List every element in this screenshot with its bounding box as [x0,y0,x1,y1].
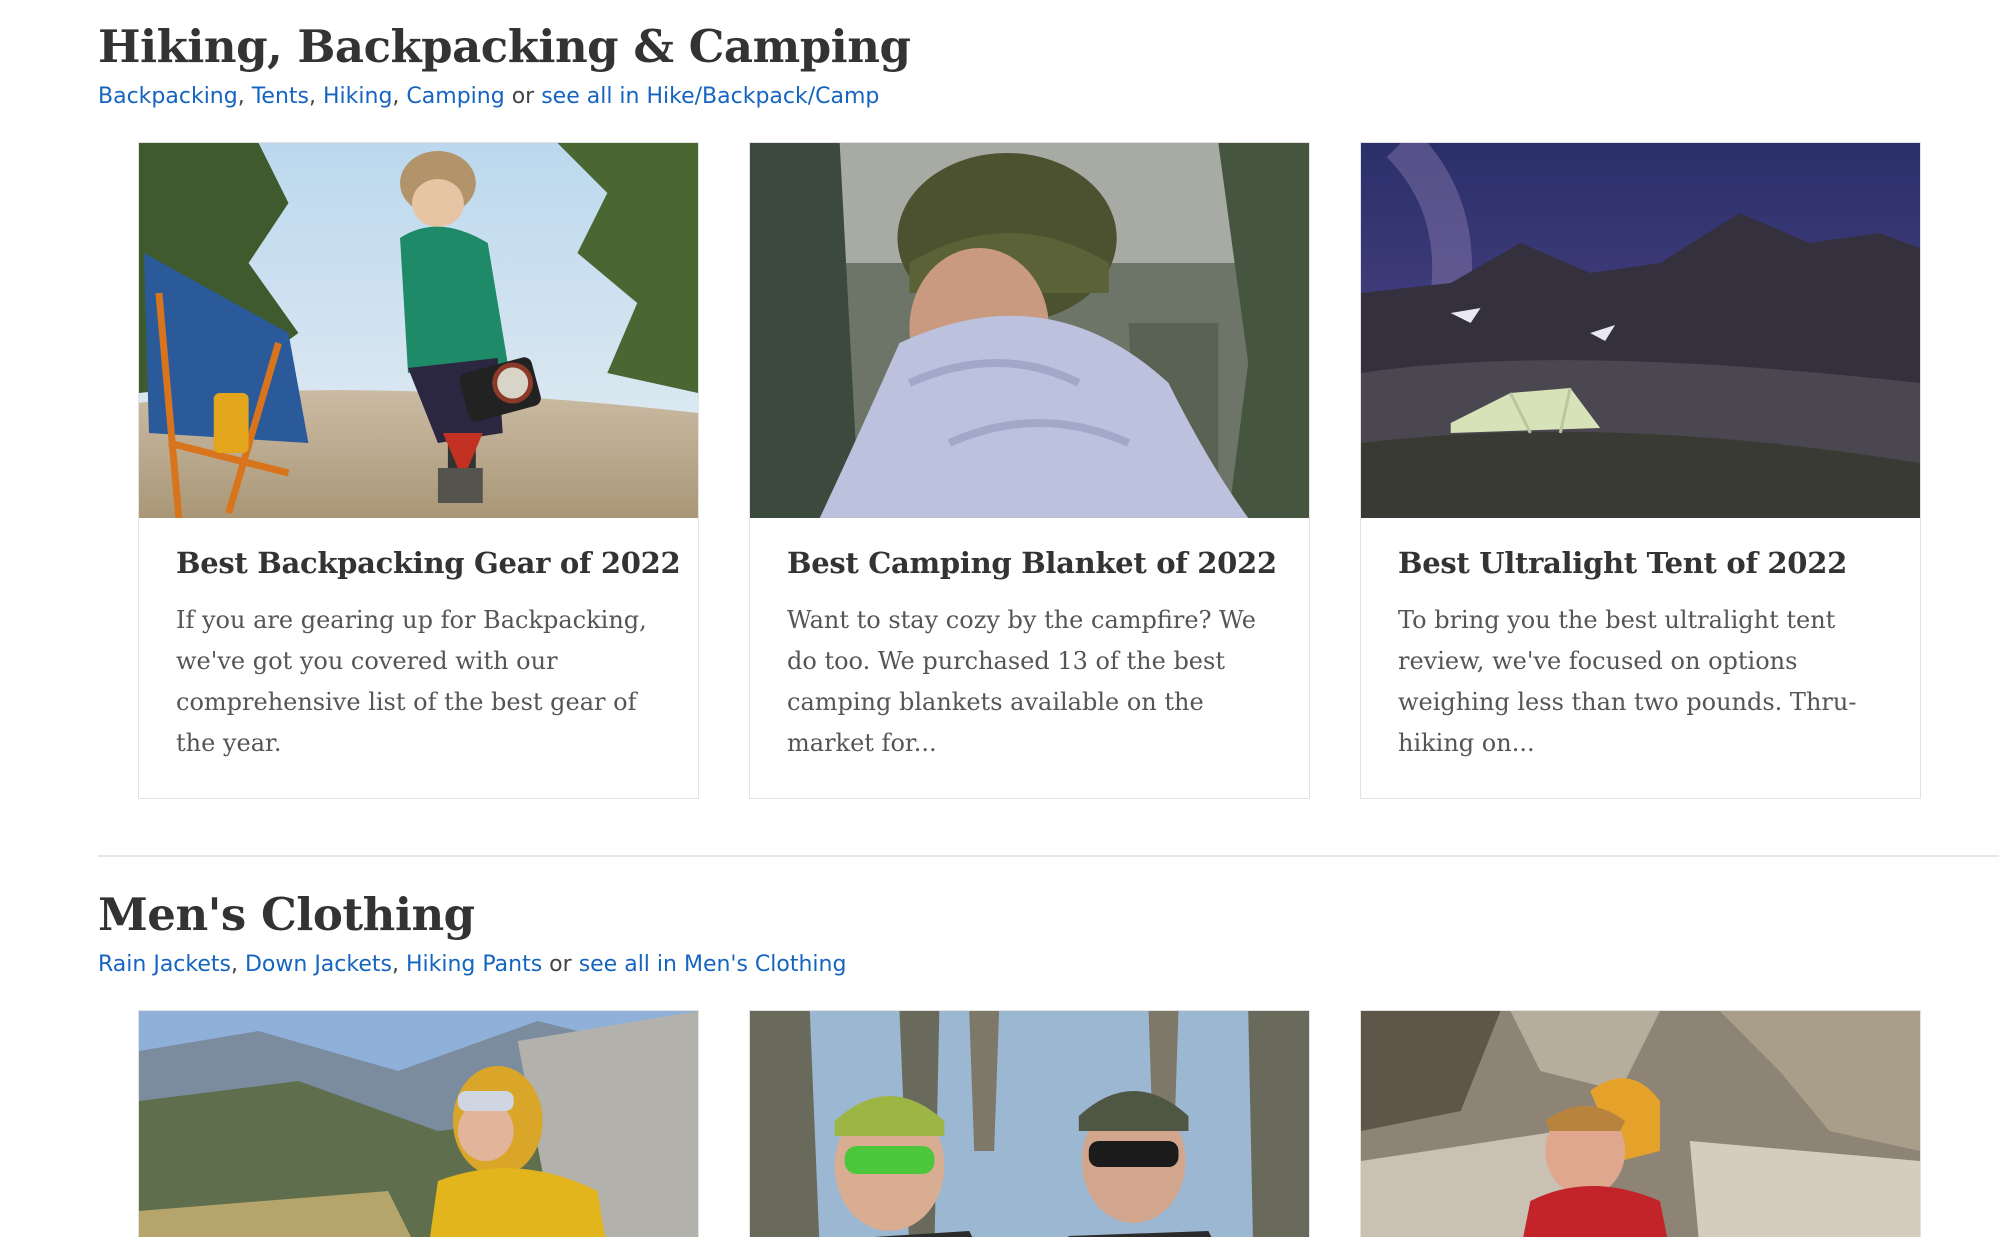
link-separator: , [230,952,238,977]
link-separator: , [309,84,316,109]
article-card-ultralight-tent[interactable]: Best Ultralight Tent of 2022 To bring yo… [1360,142,1921,799]
link-separator: , [392,84,400,109]
see-all-link[interactable]: see all in Men's Clothing [579,952,847,977]
mens-clothing-section: Men's Clothing Rain Jackets, Down Jacket… [98,855,1999,1237]
category-links: Rain Jackets, Down Jackets, Hiking Pants… [98,952,846,977]
link-camping[interactable]: Camping [406,84,504,109]
article-card-backpacking-gear[interactable]: Best Backpacking Gear of 2022 If you are… [138,142,699,799]
card-excerpt: Want to stay cozy by the campfire? We do… [787,606,1256,757]
or-text: or [511,84,535,109]
see-all-link[interactable]: see all in Hike/Backpack/Camp [541,84,879,109]
article-card[interactable] [1360,1010,1921,1237]
link-separator: , [391,952,399,977]
tent-under-night-sky-photo[interactable] [1361,143,1920,518]
link-tents[interactable]: Tents [252,84,309,109]
man-yellow-down-jacket-photo[interactable] [139,1011,698,1237]
article-card-camping-blanket[interactable]: Best Camping Blanket of 2022 Want to sta… [749,142,1310,799]
or-text: or [549,952,572,977]
man-red-jacket-climbing-photo[interactable] [1361,1011,1920,1237]
link-separator: , [237,84,245,109]
link-hiking-pants[interactable]: Hiking Pants [406,952,542,977]
woman-wrapped-in-blanket-photo[interactable] [750,143,1309,518]
section-title: Hiking, Backpacking & Camping [98,20,911,73]
category-links: Backpacking, Tents, Hiking, Camping or s… [98,84,879,109]
section-title: Men's Clothing [98,888,475,941]
card-excerpt: To bring you the best ultralight tent re… [1398,606,1857,757]
two-men-sunglasses-photo[interactable] [750,1011,1309,1237]
link-hiking[interactable]: Hiking [323,84,392,109]
card-title[interactable]: Best Camping Blanket of 2022 [787,546,1277,580]
article-card[interactable] [138,1010,699,1237]
woman-camp-stove-photo[interactable] [139,143,698,518]
article-card[interactable] [749,1010,1310,1237]
card-excerpt: If you are gearing up for Backpacking, w… [176,606,647,757]
link-rain-jackets[interactable]: Rain Jackets [98,952,231,977]
link-backpacking[interactable]: Backpacking [98,84,238,109]
card-title[interactable]: Best Backpacking Gear of 2022 [176,546,681,580]
link-down-jackets[interactable]: Down Jackets [245,952,392,977]
card-title[interactable]: Best Ultralight Tent of 2022 [1398,546,1847,580]
